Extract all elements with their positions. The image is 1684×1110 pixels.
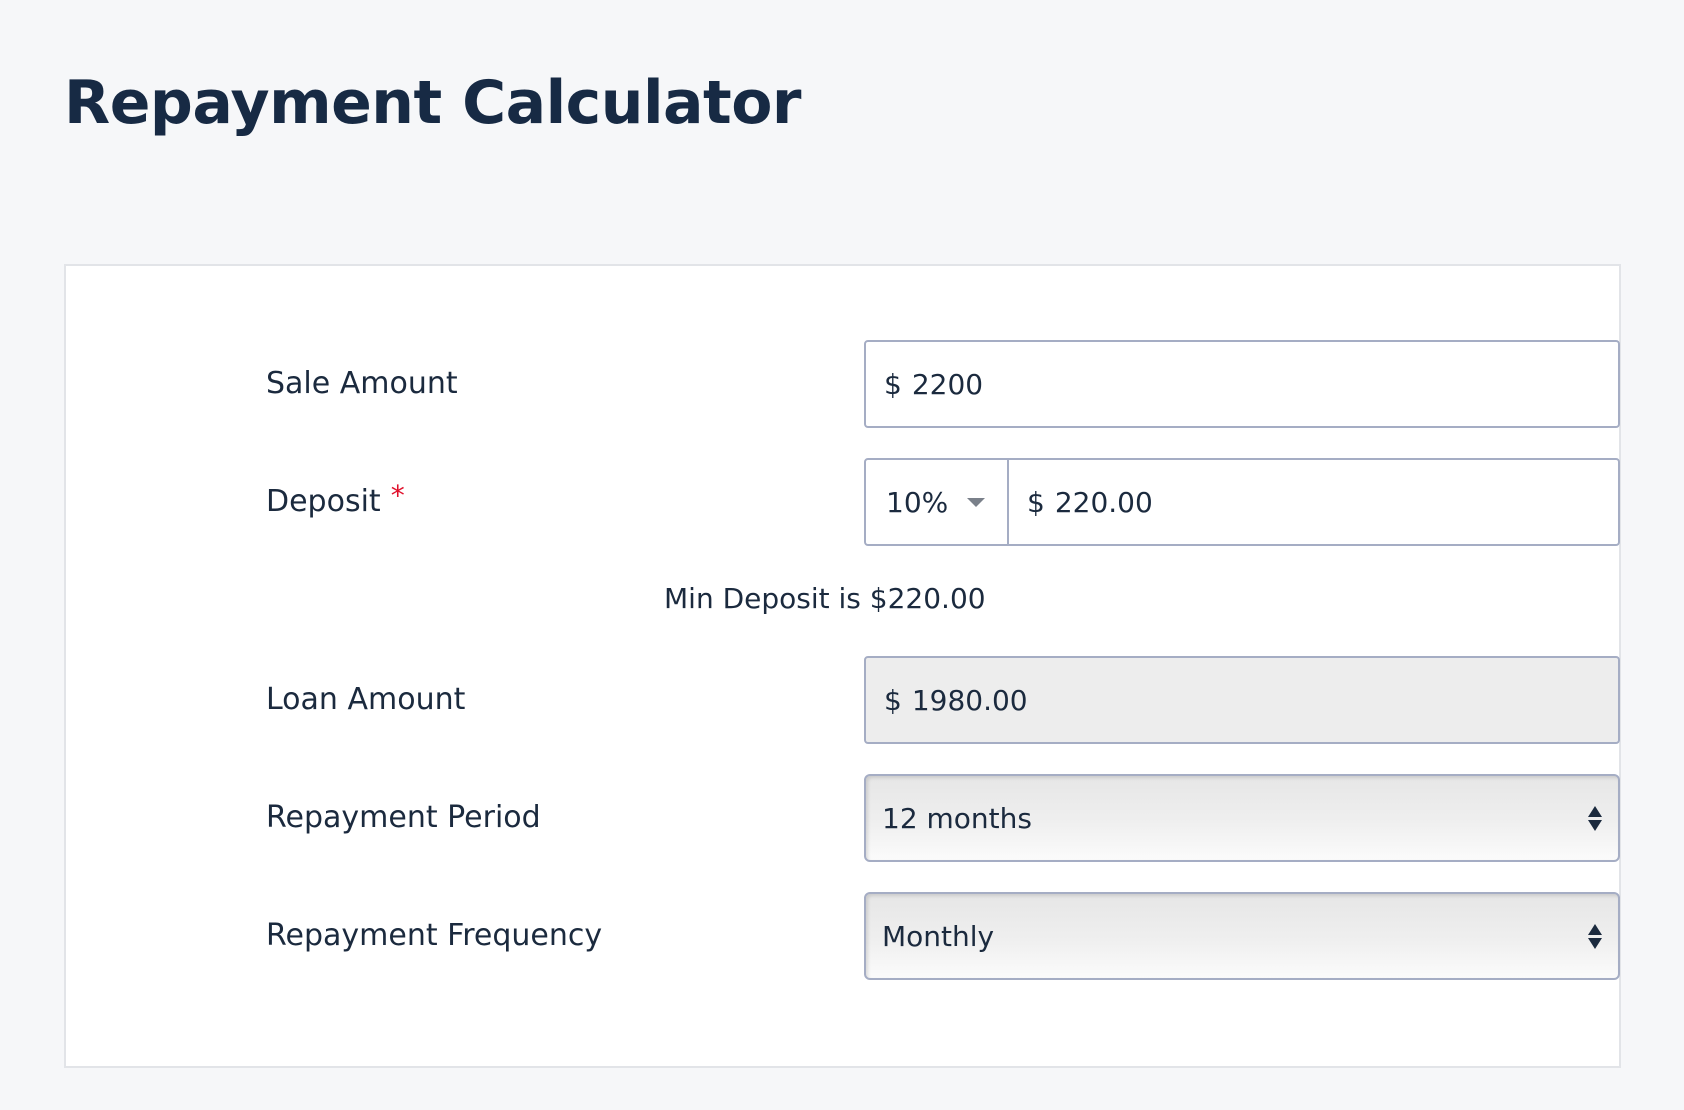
loan-amount-label: Loan Amount — [266, 682, 466, 717]
repayment-period-select[interactable]: 12 months — [864, 774, 1620, 862]
page-title: Repayment Calculator — [64, 68, 802, 138]
repayment-period-value: 12 months — [882, 801, 1032, 835]
deposit-row: Deposit * 10% $ — [266, 458, 1620, 546]
sale-amount-row: Sale Amount $ — [266, 340, 1620, 428]
caret-down-icon — [967, 497, 985, 507]
calculator-card: Sale Amount $ Deposit * 10% $ Min Deposit… — [64, 264, 1621, 1068]
sale-amount-field[interactable]: $ — [864, 340, 1620, 428]
deposit-label: Deposit * — [266, 458, 405, 546]
repayment-frequency-row: Repayment Frequency Monthly — [266, 892, 1620, 980]
deposit-percent-value: 10% — [886, 485, 949, 519]
required-asterisk: * — [390, 479, 405, 512]
updown-arrows-icon — [1588, 805, 1602, 831]
sale-amount-label: Sale Amount — [266, 366, 458, 401]
deposit-amount-input[interactable] — [1054, 460, 1618, 544]
deposit-label-text: Deposit — [266, 484, 381, 519]
loan-amount-field: $ — [864, 656, 1620, 744]
repayment-frequency-label: Repayment Frequency — [266, 918, 603, 953]
repayment-period-row: Repayment Period 12 months — [266, 774, 1620, 862]
loan-amount-row: Loan Amount $ — [266, 656, 1620, 744]
repayment-frequency-select[interactable]: Monthly — [864, 892, 1620, 980]
repayment-frequency-value: Monthly — [882, 919, 995, 953]
deposit-amount-field[interactable]: $ — [1009, 460, 1618, 544]
currency-symbol: $ — [884, 683, 902, 717]
repayment-period-label: Repayment Period — [266, 800, 541, 835]
sale-amount-input[interactable] — [911, 342, 1618, 426]
currency-symbol: $ — [884, 367, 902, 401]
updown-arrows-icon — [1588, 923, 1602, 949]
loan-amount-input — [911, 658, 1618, 742]
deposit-percent-select[interactable]: 10% — [866, 460, 1009, 544]
deposit-field-group: 10% $ — [864, 458, 1620, 546]
min-deposit-hint: Min Deposit is $220.00 — [664, 582, 986, 615]
currency-symbol: $ — [1027, 485, 1045, 519]
